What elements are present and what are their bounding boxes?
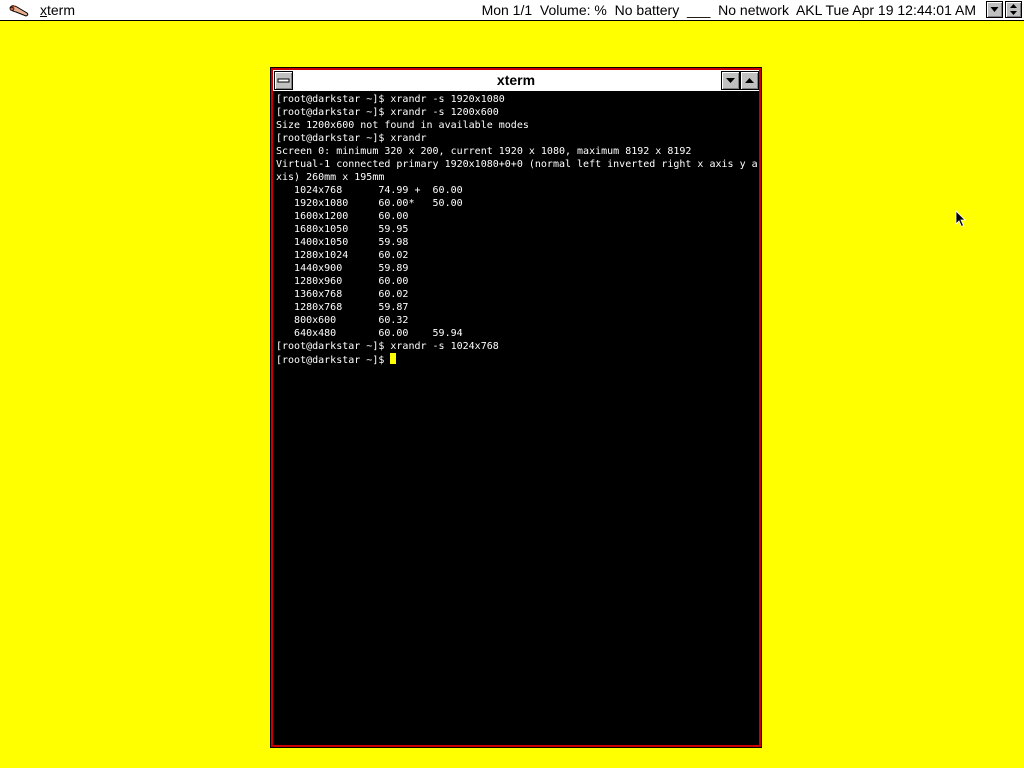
terminal-line: 1440x900 59.89 (294, 263, 409, 274)
window-titlebar[interactable]: xterm (273, 70, 759, 92)
panel-down-button[interactable] (986, 1, 1003, 18)
terminal-line: xis) 260mm x 195mm (276, 172, 385, 183)
maximize-arrow-icon (745, 78, 754, 83)
maximize-button[interactable] (740, 71, 759, 90)
terminal-line: [root@darkstar ~]$ xrandr -s 1024x768 (276, 341, 499, 352)
terminal-line: Size 1200x600 not found in available mod… (276, 120, 529, 131)
xterm-window: xterm [root@darkstar ~]$ xrandr -s 1920x… (270, 67, 762, 748)
app-menu-mnemonic: x (40, 2, 47, 18)
minimize-button[interactable] (721, 71, 740, 90)
terminal-cursor (390, 353, 397, 364)
terminal-prompt: [root@darkstar ~]$ (276, 355, 391, 366)
terminal-line: 1280x960 60.00 (294, 276, 409, 287)
top-panel: xterm Mon 1/1 Volume: % No battery ___ N… (0, 0, 1024, 21)
app-menu-label: term (47, 2, 75, 18)
terminal-history: [root@darkstar ~]$ xrandr -s 1920x1080 [… (276, 94, 758, 352)
terminal-line: 640x480 60.00 59.94 (294, 328, 463, 339)
active-app-menu[interactable]: xterm (40, 2, 75, 18)
mouse-pointer-icon (955, 210, 966, 228)
minimize-arrow-icon (726, 78, 735, 83)
terminal-line: 1920x1080 60.00* 50.00 (294, 198, 463, 209)
terminal-line: 1280x768 59.87 (294, 302, 409, 313)
terminal-line: [root@darkstar ~]$ xrandr -s 1920x1080 (276, 94, 505, 105)
status-text: Mon 1/1 Volume: % No battery ___ No netw… (481, 2, 976, 18)
terminal-line: Screen 0: minimum 320 x 200, current 192… (276, 146, 692, 157)
terminal-line: [root@darkstar ~]$ xrandr (276, 133, 427, 144)
terminal-line: 1680x1050 59.95 (294, 224, 409, 235)
chevron-down-icon (990, 7, 999, 12)
terminal-line: 800x600 60.32 (294, 315, 409, 326)
up-down-arrows-icon (1010, 4, 1017, 15)
pipe-logo-icon[interactable] (8, 2, 30, 18)
terminal-output: [root@darkstar ~]$ xrandr -s 1920x1080 [… (276, 93, 758, 367)
terminal-line: 1400x1050 59.98 (294, 237, 409, 248)
terminal-line: 1024x768 74.99 + 60.00 (294, 185, 463, 196)
terminal-line: [root@darkstar ~]$ xrandr -s 1200x600 (276, 107, 499, 118)
terminal-line: 1360x768 60.02 (294, 289, 409, 300)
terminal-line: Virtual-1 connected primary 1920x1080+0+… (276, 159, 758, 170)
panel-updown-button[interactable] (1005, 1, 1022, 18)
window-title: xterm (496, 72, 536, 88)
terminal-line: 1600x1200 60.00 (294, 211, 409, 222)
terminal-screen[interactable]: [root@darkstar ~]$ xrandr -s 1920x1080 [… (273, 92, 759, 745)
terminal-line: 1280x1024 60.02 (294, 250, 409, 261)
